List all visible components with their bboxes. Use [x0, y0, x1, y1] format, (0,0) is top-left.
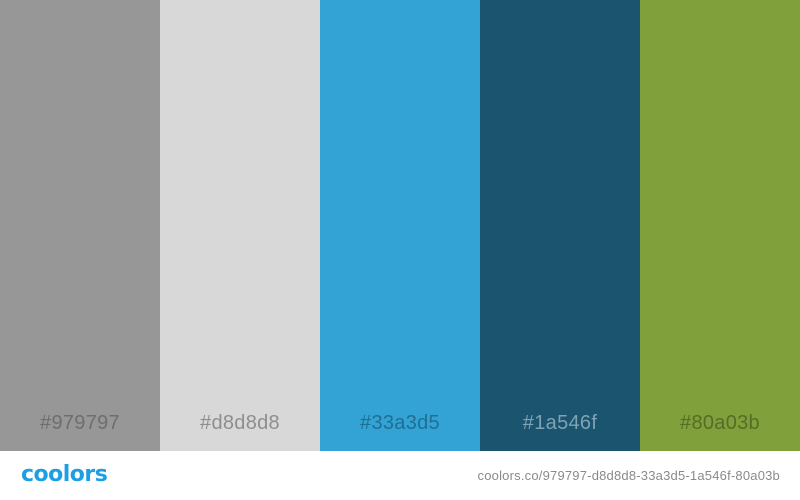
swatch-hex-label-2: #d8d8d8 — [200, 412, 280, 434]
color-palette: #979797 #d8d8d8 #33a3d5 #1a546f #80a03b — [0, 0, 800, 451]
swatch-hex-label-5: #80a03b — [680, 412, 760, 434]
color-swatch-3[interactable]: #33a3d5 — [320, 0, 480, 451]
swatch-hex-label-4: #1a546f — [522, 412, 598, 434]
color-swatch-2[interactable]: #d8d8d8 — [160, 0, 320, 451]
color-swatch-4[interactable]: #1a546f — [480, 0, 640, 451]
palette-url[interactable]: coolors.co/979797-d8d8d8-33a3d5-1a546f-8… — [478, 467, 780, 485]
color-swatch-5[interactable]: #80a03b — [640, 0, 800, 451]
color-swatch-1[interactable]: #979797 — [0, 0, 160, 451]
swatch-hex-label-1: #979797 — [40, 412, 120, 434]
coolors-logo[interactable]: coolors — [21, 461, 108, 489]
footer-bar: coolors coolors.co/979797-d8d8d8-33a3d5-… — [0, 451, 800, 500]
swatch-hex-label-3: #33a3d5 — [360, 412, 440, 434]
